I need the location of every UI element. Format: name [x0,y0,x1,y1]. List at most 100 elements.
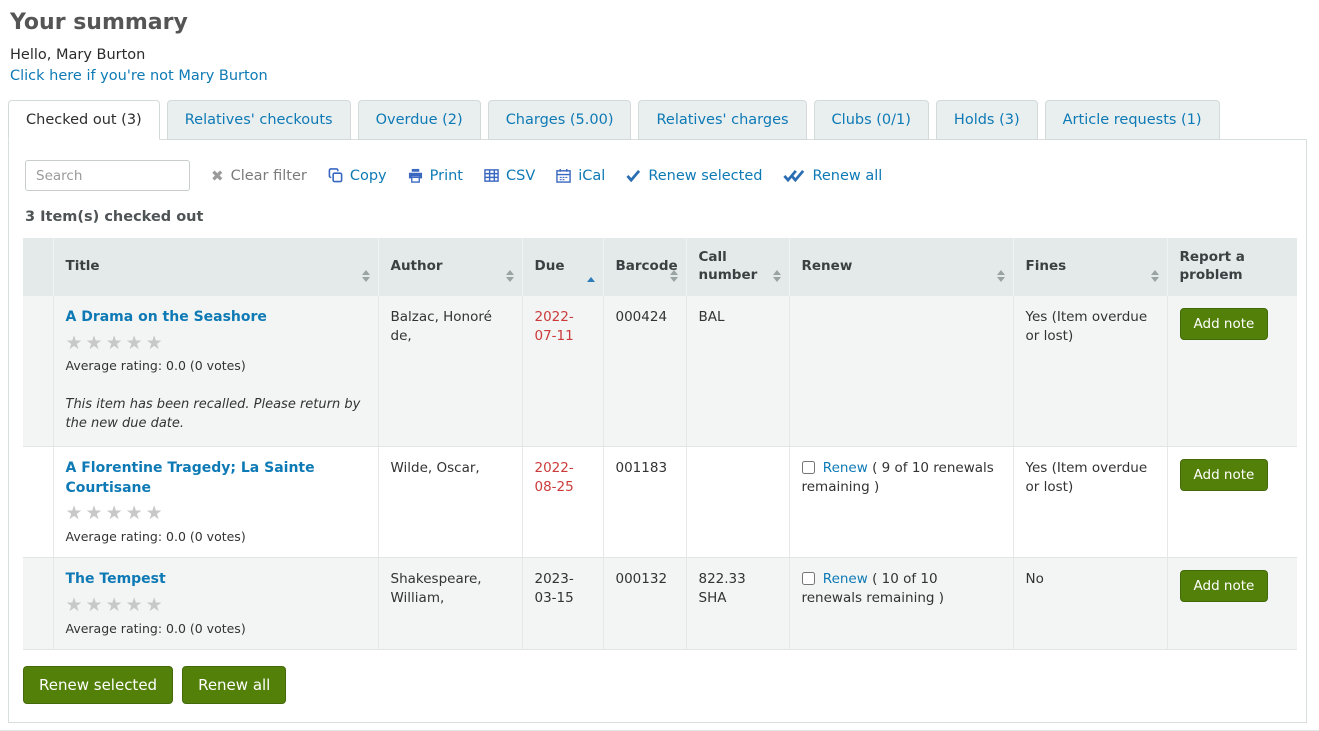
average-rating: Average rating: 0.0 (0 votes) [66,357,366,375]
star-rating-icons[interactable]: ★★★★★ [66,333,366,355]
clear-filter-x-icon: ✖ [211,167,224,185]
row-spacer-cell [23,446,53,558]
sort-icon [670,270,678,282]
print-button[interactable]: Print [408,168,463,184]
author-cell: Shakespeare, William, [378,558,522,650]
table-row: A Drama on the Seashore ★★★★★ Average ra… [23,296,1297,446]
renew-cell [789,296,1013,446]
copy-icon [328,168,343,183]
renew-link[interactable]: Renew [823,460,868,476]
average-rating: Average rating: 0.0 (0 votes) [66,620,366,638]
report-cell: Add note [1167,296,1297,446]
fines-cell: Yes (Item overdue or lost) [1013,446,1167,558]
renew-all-tool[interactable]: Renew all [783,168,882,184]
clear-filter-label: Clear filter [231,168,307,184]
print-icon [408,168,423,183]
table-row: The Tempest ★★★★★ Average rating: 0.0 (0… [23,558,1297,650]
add-note-button[interactable]: Add note [1180,570,1269,602]
renew-selected-button[interactable]: Renew selected [23,666,173,704]
copy-label: Copy [350,168,387,184]
ical-label: iCal [578,168,605,184]
author-cell: Wilde, Oscar, [378,446,522,558]
sort-icon [362,270,370,282]
add-note-button[interactable]: Add note [1180,459,1269,491]
title-cell: The Tempest ★★★★★ Average rating: 0.0 (0… [53,558,378,650]
tab-clubs[interactable]: Clubs (0/1) [814,100,929,140]
header-call-number[interactable]: Call number [686,238,789,296]
renew-checkbox[interactable] [802,461,815,474]
call-number-cell [686,446,789,558]
renew-cell: Renew ( 9 of 10 renewals remaining ) [789,446,1013,558]
tab-bar: Checked out (3) Relatives' checkouts Ove… [8,100,1307,139]
average-rating: Average rating: 0.0 (0 votes) [66,528,366,546]
renew-checkbox[interactable] [802,572,815,585]
csv-label: CSV [506,168,535,184]
clear-filter-button[interactable]: ✖ Clear filter [211,167,307,185]
renew-selected-label: Renew selected [648,168,762,184]
print-label: Print [430,168,463,184]
sort-asc-icon [587,277,595,282]
header-title[interactable]: Title [53,238,378,296]
tab-overdue[interactable]: Overdue (2) [358,100,481,140]
table-icon [484,168,499,183]
sort-icon [506,270,514,282]
not-you-link[interactable]: Click here if you're not Mary Burton [10,68,268,84]
title-link[interactable]: The Tempest [66,571,166,587]
tab-charges[interactable]: Charges (5.00) [488,100,632,140]
checked-out-panel: ✖ Clear filter Copy Print [8,139,1307,723]
double-check-icon [783,169,805,182]
renew-selected-tool[interactable]: Renew selected [626,168,762,184]
checkouts-table: Title Author Due Barcode Call number Ren… [23,238,1297,650]
title-link[interactable]: A Florentine Tragedy; La Sainte Courtisa… [66,460,315,496]
due-date-cell: 2023-03-15 [522,558,603,650]
header-barcode[interactable]: Barcode [603,238,686,296]
table-toolbar: ✖ Clear filter Copy Print [25,160,1292,191]
tab-article-requests[interactable]: Article requests (1) [1045,100,1220,140]
sort-icon [773,270,781,282]
row-spacer-cell [23,558,53,650]
search-input[interactable] [25,160,190,191]
add-note-button[interactable]: Add note [1180,308,1269,340]
items-checked-out-count: 3 Item(s) checked out [25,209,1292,225]
star-rating-icons[interactable]: ★★★★★ [66,595,366,617]
row-spacer-cell [23,296,53,446]
tab-checked-out[interactable]: Checked out (3) [8,100,160,140]
renew-cell: Renew ( 10 of 10 renewals remaining ) [789,558,1013,650]
sort-icon [1151,270,1159,282]
page-title: Your summary [10,10,1307,35]
barcode-cell: 000132 [603,558,686,650]
report-cell: Add note [1167,446,1297,558]
barcode-cell: 001183 [603,446,686,558]
star-rating-icons[interactable]: ★★★★★ [66,503,366,525]
title-link[interactable]: A Drama on the Seashore [66,309,267,325]
report-cell: Add note [1167,558,1297,650]
header-author[interactable]: Author [378,238,522,296]
due-date-cell: 2022-08-25 [522,446,603,558]
renew-all-label: Renew all [812,168,882,184]
header-report-problem: Report a problem [1167,238,1297,296]
header-empty [23,238,53,296]
renew-link[interactable]: Renew [823,571,868,587]
calendar-icon [556,168,571,183]
table-row: A Florentine Tragedy; La Sainte Courtisa… [23,446,1297,558]
footer-buttons: Renew selected Renew all [23,666,1292,704]
tab-holds[interactable]: Holds (3) [936,100,1038,140]
table-header-row: Title Author Due Barcode Call number Ren… [23,238,1297,296]
fines-cell: Yes (Item overdue or lost) [1013,296,1167,446]
ical-button[interactable]: iCal [556,168,605,184]
header-due[interactable]: Due [522,238,603,296]
tab-relatives-charges[interactable]: Relatives' charges [638,100,806,140]
header-renew[interactable]: Renew [789,238,1013,296]
title-cell: A Drama on the Seashore ★★★★★ Average ra… [53,296,378,446]
call-number-cell: BAL [686,296,789,446]
csv-button[interactable]: CSV [484,168,535,184]
header-fines[interactable]: Fines [1013,238,1167,296]
tab-relatives-checkouts[interactable]: Relatives' checkouts [167,100,351,140]
barcode-cell: 000424 [603,296,686,446]
renew-all-button[interactable]: Renew all [182,666,286,704]
greeting-text: Hello, Mary Burton [10,47,1307,63]
copy-button[interactable]: Copy [328,168,387,184]
due-date-cell: 2022-07-11 [522,296,603,446]
call-number-cell: 822.33 SHA [686,558,789,650]
sort-icon [997,270,1005,282]
